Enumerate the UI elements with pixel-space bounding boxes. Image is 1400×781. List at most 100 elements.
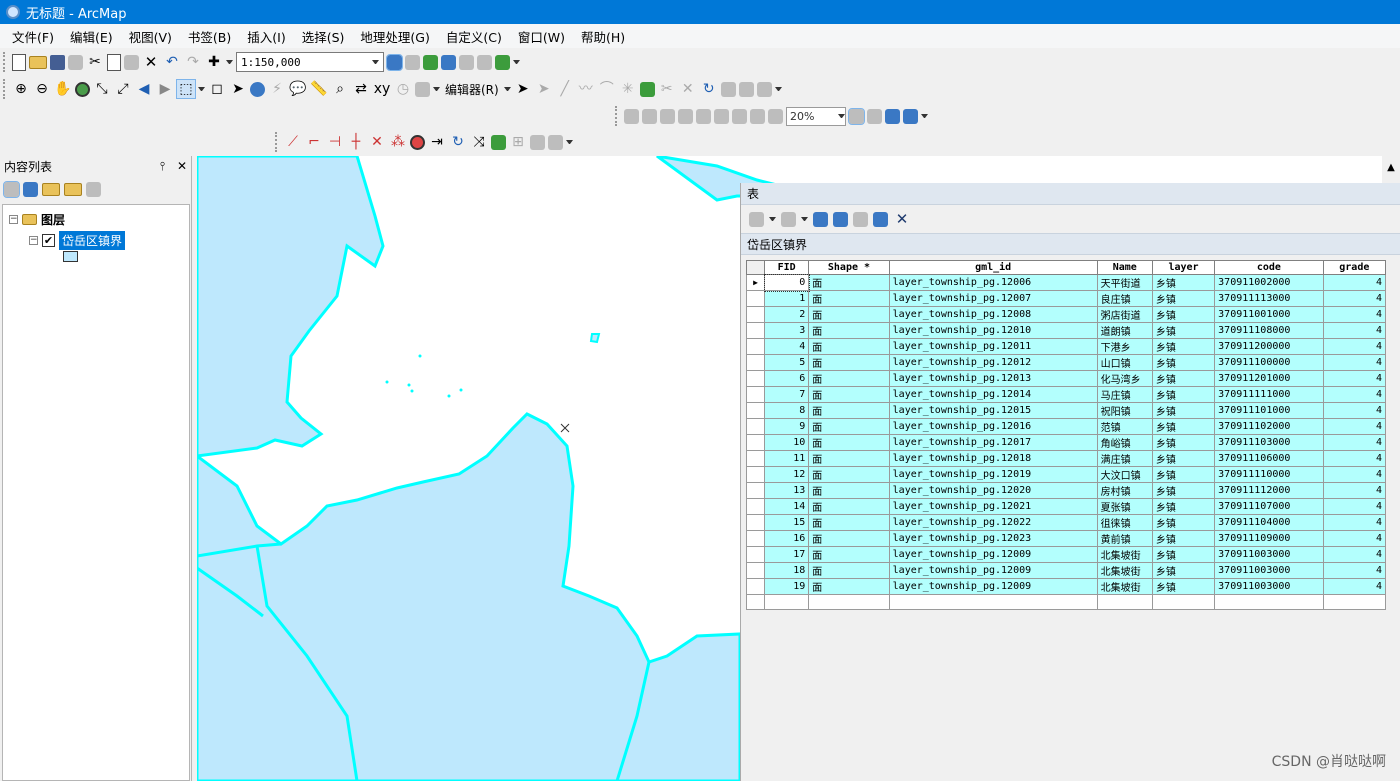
cell-layer[interactable]: 乡镇 (1151, 306, 1216, 323)
cell-name[interactable]: 徂徕镇 (1096, 514, 1153, 531)
cell-layer[interactable]: 乡镇 (1151, 434, 1216, 451)
cell-name[interactable]: 黄前镇 (1096, 530, 1153, 547)
row-selector[interactable] (745, 514, 766, 531)
cell-code[interactable]: 370911109000 (1214, 530, 1324, 547)
cell-shape[interactable]: 面 (808, 354, 890, 371)
arctoolbox-icon[interactable] (459, 54, 474, 70)
fixed-zoom-in-layout-icon[interactable] (714, 108, 729, 124)
attribute-table[interactable]: FID Shape * gml_id Name layer code grade… (745, 260, 1387, 610)
menu-bookmarks[interactable]: 书签(B) (180, 27, 239, 46)
copy-icon[interactable] (107, 53, 121, 71)
close-icon[interactable]: ✕ (177, 159, 187, 173)
cell-layer[interactable]: 乡镇 (1151, 386, 1216, 403)
cell-grade[interactable]: 4 (1322, 482, 1387, 499)
hyperlink-icon[interactable]: ⚡ (268, 80, 286, 98)
cell-fid[interactable]: 5 (764, 354, 810, 371)
map-scale-combobox[interactable]: 1:150,000 (236, 52, 384, 72)
toolbar-options-icon[interactable] (774, 87, 782, 91)
network-icon[interactable] (491, 134, 506, 150)
cell-gml-id[interactable]: layer_township_pg.12021 (888, 498, 1098, 515)
cell-fid[interactable]: 13 (764, 482, 810, 499)
attributes-icon[interactable] (720, 81, 736, 97)
cell-shape[interactable]: 面 (808, 370, 890, 387)
cell-shape[interactable]: 面 (808, 338, 890, 355)
print-icon[interactable] (68, 54, 83, 70)
cell-fid[interactable]: 10 (764, 434, 810, 451)
table-row[interactable]: 13 面 layer_township_pg.12020 房村镇 乡镇 370911112… (745, 482, 1387, 499)
cell-grade[interactable]: 4 (1322, 306, 1387, 323)
cell-code[interactable]: 370911201000 (1214, 370, 1324, 387)
cell-gml-id[interactable]: layer_township_pg.12015 (888, 402, 1098, 419)
identify-icon[interactable] (250, 81, 265, 97)
table-row[interactable]: 12 面 layer_township_pg.12019 大汶口镇 乡镇 37091111… (745, 466, 1387, 483)
cell-name[interactable]: 天平街道 (1096, 274, 1153, 291)
table-row[interactable]: 8 面 layer_township_pg.12015 祝阳镇 乡镇 3709111010… (745, 402, 1387, 419)
related-tables-icon[interactable] (781, 211, 796, 227)
cell-gml-id[interactable]: layer_township_pg.12009 (888, 562, 1098, 579)
cell-name[interactable]: 北集坡街 (1096, 578, 1153, 595)
cell-grade[interactable]: 4 (1322, 562, 1387, 579)
cell-grade[interactable]: 4 (1322, 514, 1387, 531)
table-row[interactable]: 1 面 layer_township_pg.12007 良庄镇 乡镇 3709111130… (745, 290, 1387, 307)
row-selector[interactable] (745, 338, 766, 355)
clear-selection-table-icon[interactable] (853, 211, 868, 227)
cell-name[interactable]: 山口镇 (1096, 354, 1153, 371)
editor-dropdown-icon[interactable] (503, 87, 511, 91)
cell-name[interactable]: 粥店街道 (1096, 306, 1153, 323)
cell-shape[interactable]: 面 (808, 546, 890, 563)
cell-code[interactable]: 370911107000 (1214, 498, 1324, 515)
zoom-in-icon[interactable]: ⊕ (12, 80, 30, 98)
row-selector[interactable] (745, 290, 766, 307)
table-row[interactable]: 5 面 layer_township_pg.12012 山口镇 乡镇 3709111000… (745, 354, 1387, 371)
column-header-fid[interactable]: FID (764, 260, 810, 275)
cell-name[interactable]: 角峪镇 (1096, 434, 1153, 451)
cell-gml-id[interactable]: layer_township_pg.12023 (888, 530, 1098, 547)
menu-edit[interactable]: 编辑(E) (62, 27, 121, 46)
row-selector[interactable] (745, 434, 766, 451)
menu-selection[interactable]: 选择(S) (294, 27, 353, 46)
table-layer-tab[interactable]: 岱岳区镇界 (741, 233, 1400, 255)
menu-windows[interactable]: 窗口(W) (510, 27, 573, 46)
row-selector[interactable] (745, 562, 766, 579)
cell-gml-id[interactable]: layer_township_pg.12014 (888, 386, 1098, 403)
edit-tool-icon[interactable]: ➤ (514, 80, 532, 98)
column-header-code[interactable]: code (1214, 260, 1324, 275)
zoom-to-selected-icon[interactable] (873, 211, 888, 227)
previous-extent-icon[interactable] (750, 108, 765, 124)
vertex-tool-icon[interactable]: ⌐ (305, 133, 323, 151)
cell-fid[interactable]: 1 (764, 290, 810, 307)
cell-shape[interactable]: 面 (808, 386, 890, 403)
new-document-icon[interactable] (12, 53, 26, 71)
point-snap-icon[interactable]: ⁂ (389, 133, 407, 151)
cell-code[interactable]: 370911102000 (1214, 418, 1324, 435)
cell-layer[interactable]: 乡镇 (1151, 290, 1216, 307)
cell-shape[interactable]: 面 (808, 466, 890, 483)
cell-shape[interactable]: 面 (808, 322, 890, 339)
table-row[interactable]: 10 面 layer_township_pg.12017 角峪镇 乡镇 370911103… (745, 434, 1387, 451)
layers-root[interactable]: − 图层 (9, 211, 65, 228)
toolbar-options-icon[interactable] (566, 140, 573, 144)
cell-shape[interactable]: 面 (808, 450, 890, 467)
list-by-selection-icon[interactable] (64, 182, 82, 196)
cell-shape[interactable]: 面 (808, 402, 890, 419)
cell-name[interactable]: 北集坡街 (1096, 546, 1153, 563)
cell-fid[interactable]: 2 (764, 306, 810, 323)
cell-fid[interactable]: 18 (764, 562, 810, 579)
data-driven-pages-icon[interactable] (903, 108, 918, 124)
cell-shape[interactable]: 面 (808, 578, 890, 595)
clear-selection-icon[interactable]: ◻ (208, 80, 226, 98)
go-to-xy-icon[interactable]: xy (373, 80, 391, 98)
cell-code[interactable]: 370911104000 (1214, 514, 1324, 531)
toolbar-options-icon[interactable] (921, 114, 928, 118)
cell-fid[interactable]: 3 (764, 322, 810, 339)
cell-fid[interactable]: 17 (764, 546, 810, 563)
cell-grade[interactable]: 4 (1322, 290, 1387, 307)
cell-grade[interactable]: 4 (1322, 530, 1387, 547)
add-data-dropdown-icon[interactable] (226, 60, 233, 64)
row-selector[interactable] (745, 322, 766, 339)
cogo-icon[interactable] (530, 134, 545, 150)
cell-shape[interactable]: 面 (808, 290, 890, 307)
cell-grade[interactable]: 4 (1322, 434, 1387, 451)
cell-code[interactable]: 370911108000 (1214, 322, 1324, 339)
cell-name[interactable]: 北集坡街 (1096, 562, 1153, 579)
